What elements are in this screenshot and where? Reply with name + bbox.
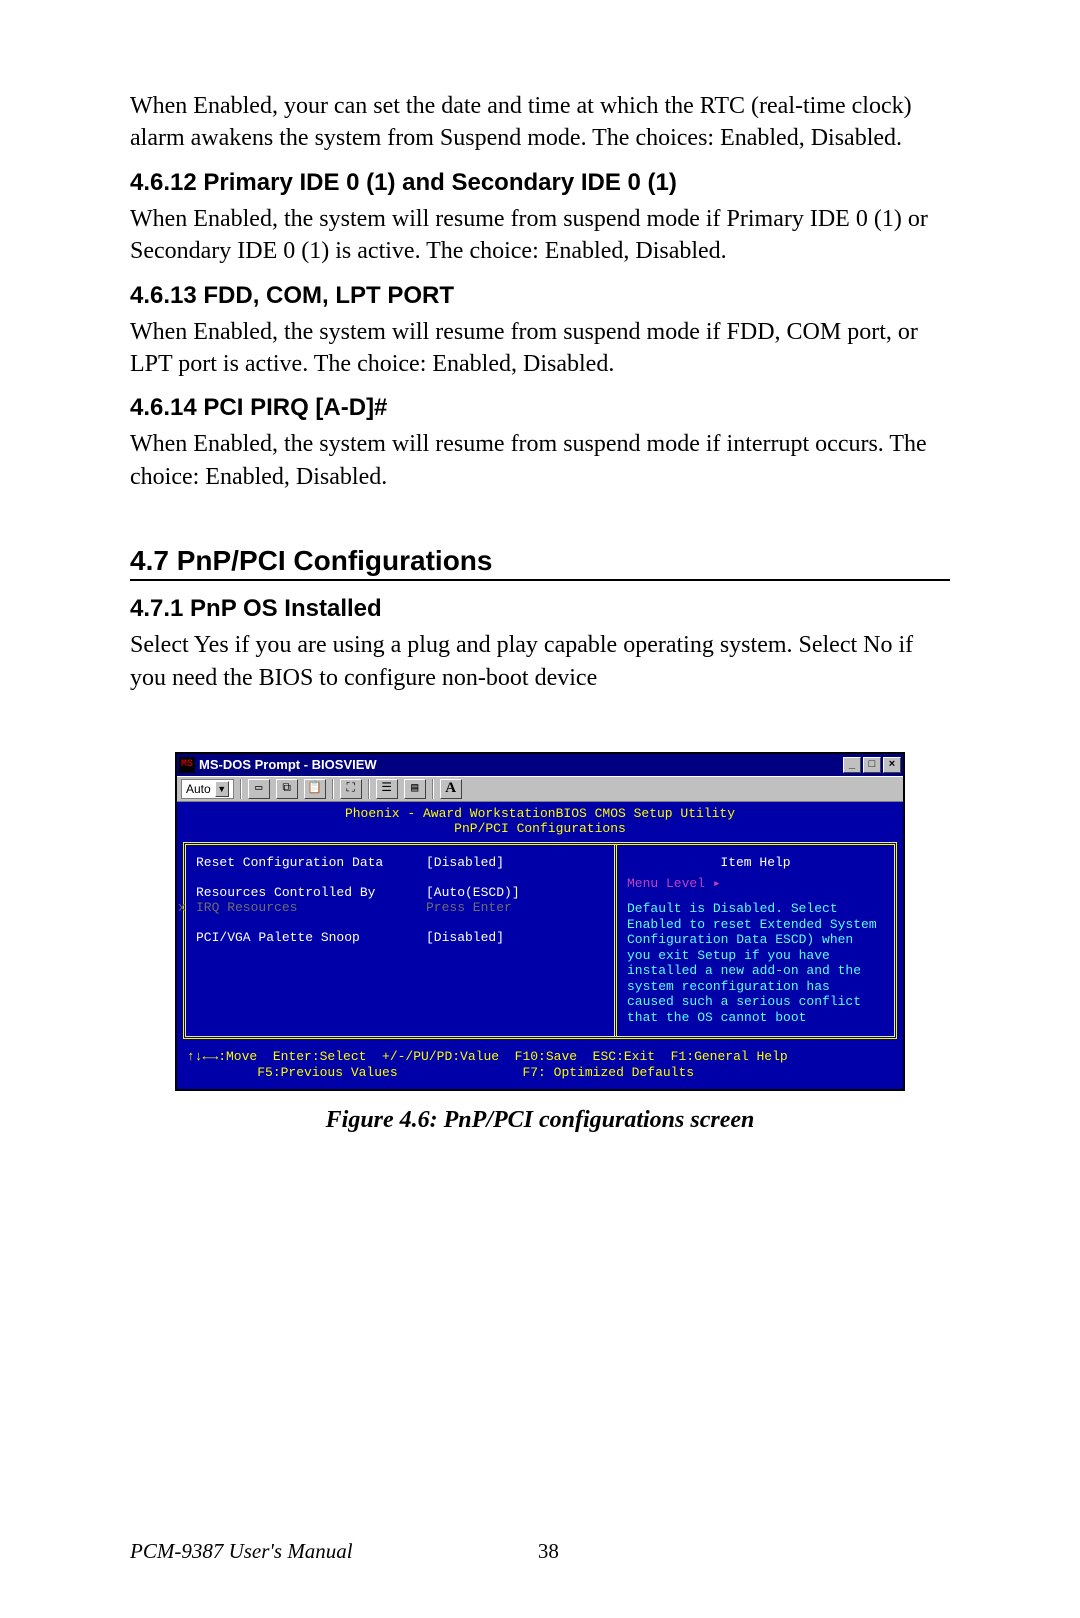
bios-setting-row[interactable]: Reset Configuration Data[Disabled] — [196, 855, 604, 870]
setting-label: Resources Controlled By — [196, 885, 426, 900]
bios-help-pane: Item Help Menu Level ▸ Default is Disabl… — [614, 845, 894, 1036]
setting-value: [Disabled] — [426, 855, 504, 870]
menu-level: Menu Level ▸ — [627, 876, 884, 891]
help-text: Default is Disabled. Select Enabled to r… — [627, 901, 884, 1026]
setting-value: Press Enter — [426, 900, 512, 915]
heading-4-6-14: 4.6.14 PCI PIRQ [A-D]# — [130, 394, 950, 422]
page-footer: PCM-9387 User's Manual 38 — [130, 1539, 950, 1564]
page-number: 38 — [538, 1539, 559, 1563]
section-rule — [130, 579, 950, 581]
heading-4-7: 4.7 PnP/PCI Configurations — [130, 545, 950, 577]
bios-settings-pane[interactable]: Reset Configuration Data[Disabled] Resou… — [186, 845, 614, 1036]
item-help-title: Item Help — [627, 855, 884, 870]
setting-label: PCI/VGA Palette Snoop — [196, 930, 426, 945]
background-icon[interactable]: ▤ — [404, 779, 426, 799]
bios-setting-row[interactable]: PCI/VGA Palette Snoop[Disabled] — [196, 930, 604, 945]
disabled-x-icon: x — [178, 900, 186, 915]
paste-icon[interactable]: 📋 — [304, 779, 326, 799]
maximize-button[interactable]: □ — [863, 757, 881, 773]
combo-value: Auto — [186, 782, 211, 796]
body-4-6-14: When Enabled, the system will resume fro… — [130, 428, 950, 493]
body-4-7-1: Select Yes if you are using a plug and p… — [130, 629, 950, 694]
msdos-window: MS MS-DOS Prompt - BIOSVIEW _ □ × Auto ▼… — [175, 752, 905, 1091]
msdos-icon: MS — [179, 757, 195, 773]
toolbar-btn-1[interactable]: ▭ — [248, 779, 270, 799]
body-4-6-13: When Enabled, the system will resume fro… — [130, 316, 950, 381]
chevron-down-icon: ▼ — [215, 781, 229, 797]
copy-icon[interactable]: ⧉ — [276, 779, 298, 799]
close-button[interactable]: × — [883, 757, 901, 773]
window-toolbar: Auto ▼ ▭ ⧉ 📋 ⛶ ☰ ▤ A — [177, 776, 903, 802]
bios-setting-row — [196, 870, 604, 885]
toolbar-separator — [332, 779, 334, 799]
bios-setting-row — [196, 915, 604, 930]
window-title: MS-DOS Prompt - BIOSVIEW — [199, 757, 843, 772]
setting-value: [Disabled] — [426, 930, 504, 945]
bios-footer-keys: ↑↓←→:Move Enter:Select +/-/PU/PD:Value F… — [177, 1045, 903, 1090]
body-4-6-12: When Enabled, the system will resume fro… — [130, 203, 950, 268]
minimize-button[interactable]: _ — [843, 757, 861, 773]
bios-setting-row[interactable]: xIRQ ResourcesPress Enter — [196, 900, 604, 915]
bios-setting-row[interactable]: Resources Controlled By[Auto(ESCD)] — [196, 885, 604, 900]
heading-4-7-1: 4.7.1 PnP OS Installed — [130, 595, 950, 623]
intro-paragraph: When Enabled, your can set the date and … — [130, 90, 950, 155]
toolbar-separator — [368, 779, 370, 799]
toolbar-separator — [240, 779, 242, 799]
setting-label: Reset Configuration Data — [196, 855, 426, 870]
figure-bios-window: MS MS-DOS Prompt - BIOSVIEW _ □ × Auto ▼… — [130, 752, 950, 1134]
bios-screen: Phoenix - Award WorkstationBIOS CMOS Set… — [177, 802, 903, 1089]
setting-value: [Auto(ESCD)] — [426, 885, 520, 900]
heading-4-6-12: 4.6.12 Primary IDE 0 (1) and Secondary I… — [130, 169, 950, 197]
bios-header: Phoenix - Award WorkstationBIOS CMOS Set… — [177, 802, 903, 836]
fullscreen-icon[interactable]: ⛶ — [340, 779, 362, 799]
manual-name: PCM-9387 User's Manual — [130, 1539, 353, 1563]
toolbar-separator — [432, 779, 434, 799]
window-titlebar: MS MS-DOS Prompt - BIOSVIEW _ □ × — [177, 754, 903, 776]
font-icon[interactable]: A — [440, 779, 462, 799]
heading-4-6-13: 4.6.13 FDD, COM, LPT PORT — [130, 282, 950, 310]
setting-label: IRQ Resources — [196, 900, 426, 915]
figure-caption: Figure 4.6: PnP/PCI configurations scree… — [130, 1107, 950, 1134]
properties-icon[interactable]: ☰ — [376, 779, 398, 799]
font-size-combo[interactable]: Auto ▼ — [181, 779, 234, 799]
